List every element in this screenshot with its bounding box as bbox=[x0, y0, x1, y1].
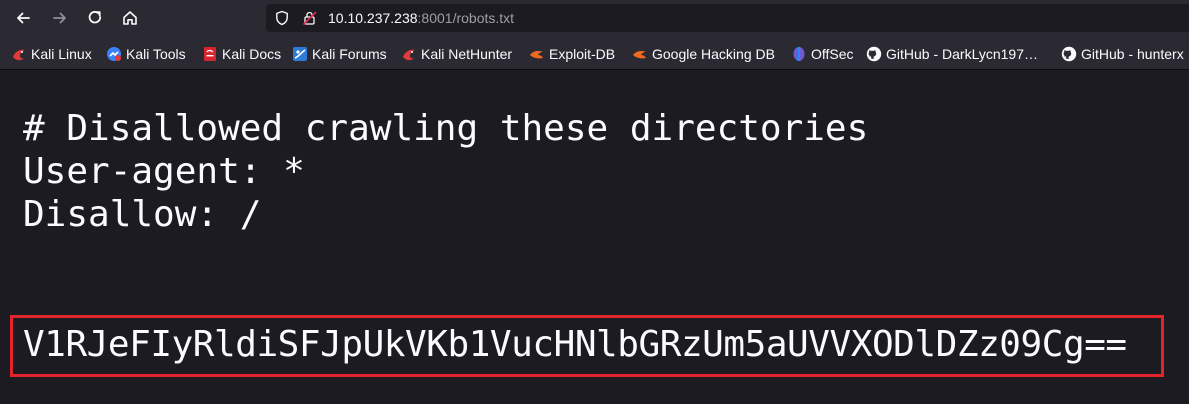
arrow-left-icon bbox=[17, 12, 30, 24]
bookmark-label: Kali Forums bbox=[312, 46, 387, 62]
insecure-lock-icon[interactable] bbox=[302, 10, 318, 26]
url-host: 10.10.237.238 bbox=[328, 10, 418, 26]
bookmark-kali-docs[interactable]: Kali Docs bbox=[202, 44, 281, 64]
back-button[interactable] bbox=[8, 4, 38, 32]
bookmark-github-hunterx[interactable]: GitHub - hunterx bbox=[1061, 44, 1184, 64]
bookmark-label: Kali Tools bbox=[126, 46, 186, 62]
exploit-db-icon bbox=[632, 46, 648, 62]
offsec-icon bbox=[791, 46, 807, 62]
bookmark-label: Kali NetHunter bbox=[421, 46, 513, 62]
bookmarks-toolbar: Kali Linux Kali Tools Kali Docs Kali For… bbox=[0, 37, 1189, 70]
bookmark-offsec[interactable]: OffSec bbox=[791, 44, 854, 64]
bookmark-label: OffSec bbox=[811, 46, 854, 62]
bookmark-label: Kali Linux bbox=[31, 46, 92, 62]
forward-button[interactable] bbox=[45, 4, 75, 32]
bookmark-kali-forums[interactable]: Kali Forums bbox=[292, 44, 387, 64]
url-text[interactable]: 10.10.237.238:8001/robots.txt bbox=[328, 9, 514, 27]
github-icon bbox=[1061, 46, 1077, 62]
reload-button[interactable] bbox=[80, 4, 110, 32]
url-path: :8001/robots.txt bbox=[417, 10, 515, 26]
robots-disallow-line: Disallow: / bbox=[23, 194, 262, 235]
url-bar[interactable]: 10.10.237.238:8001/robots.txt bbox=[266, 4, 1189, 32]
arrow-right-icon bbox=[53, 12, 66, 24]
home-icon bbox=[123, 11, 137, 25]
bookmark-kali-nethunter[interactable]: Kali NetHunter bbox=[401, 44, 512, 64]
bookmark-label: GitHub - hunterx bbox=[1081, 46, 1184, 62]
bookmark-label: Kali Docs bbox=[222, 46, 282, 62]
encoded-string: V1RJeFIyRldiSFJpUkVKb1VucHNlbGRzUm5aUVVX… bbox=[23, 324, 1127, 365]
kali-dragon-icon bbox=[11, 46, 27, 62]
bookmark-github-darklycn[interactable]: GitHub - DarkLycn197… bbox=[866, 44, 1038, 64]
kali-forums-icon bbox=[292, 46, 308, 62]
robots-comment-line: # Disallowed crawling these directories bbox=[23, 108, 869, 149]
bookmark-kali-tools[interactable]: Kali Tools bbox=[106, 44, 186, 64]
home-button[interactable] bbox=[115, 4, 145, 32]
bookmark-exploit-db[interactable]: Exploit-DB bbox=[529, 44, 615, 64]
page-content: # Disallowed crawling these directories … bbox=[0, 71, 1189, 404]
reload-icon bbox=[88, 11, 102, 24]
kali-tools-icon bbox=[106, 46, 122, 62]
bookmark-kali-linux[interactable]: Kali Linux bbox=[11, 44, 92, 64]
kali-docs-icon bbox=[202, 46, 218, 62]
exploit-db-icon bbox=[529, 46, 545, 62]
browser-toolbar: 10.10.237.238:8001/robots.txt bbox=[0, 0, 1189, 37]
bookmark-label: GitHub - DarkLycn197… bbox=[886, 46, 1038, 62]
bookmark-label: Exploit-DB bbox=[549, 46, 616, 62]
bookmark-label: Google Hacking DB bbox=[652, 46, 775, 62]
github-icon bbox=[866, 46, 882, 62]
bookmark-google-hacking-db[interactable]: Google Hacking DB bbox=[632, 44, 775, 64]
kali-dragon-icon bbox=[401, 46, 417, 62]
robots-user-agent-line: User-agent: * bbox=[23, 151, 305, 192]
tracking-protection-shield-icon[interactable] bbox=[274, 10, 290, 26]
